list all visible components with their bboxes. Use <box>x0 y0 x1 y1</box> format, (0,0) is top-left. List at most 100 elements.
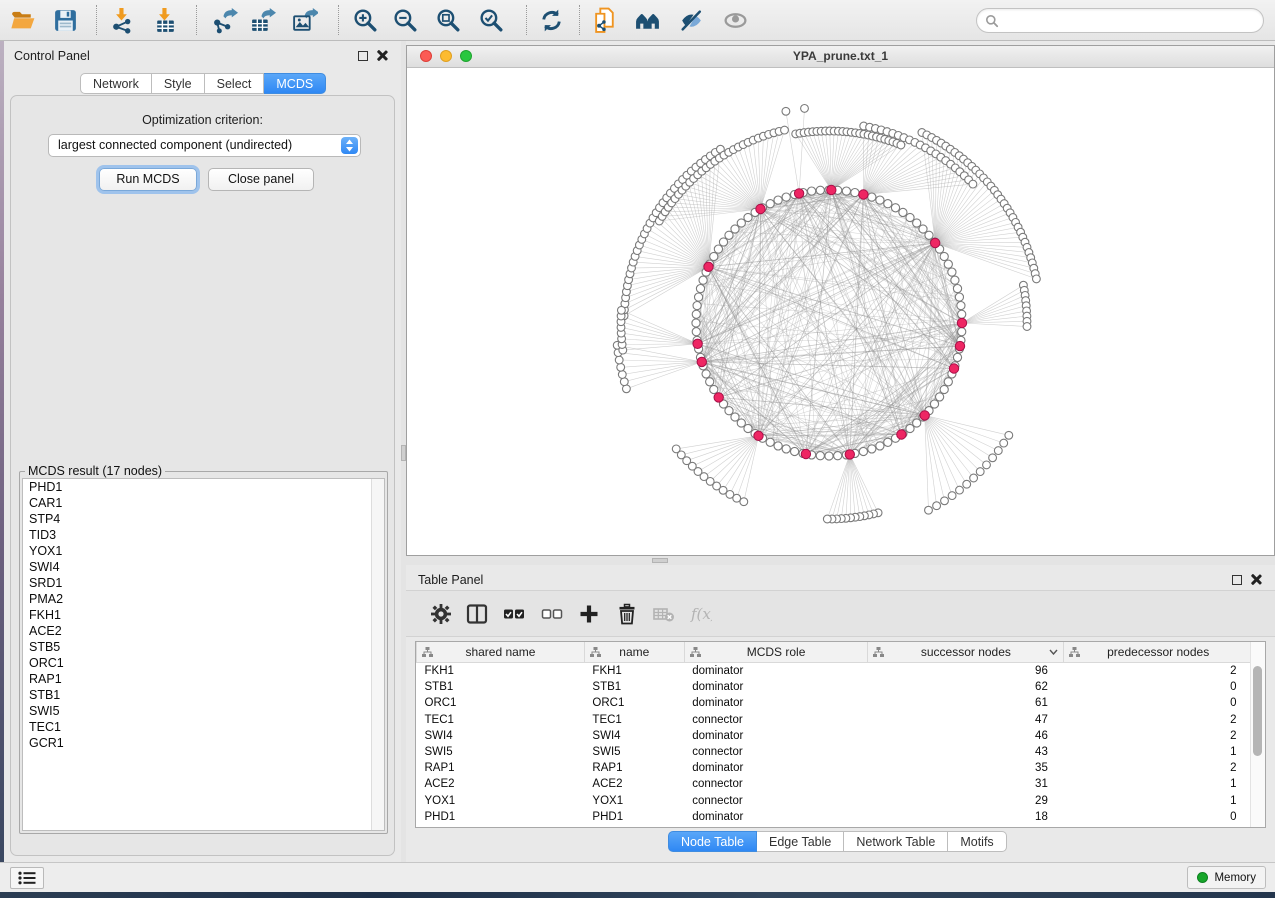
graph-leaf-node[interactable] <box>1023 323 1031 331</box>
graph-ring-node[interactable] <box>936 393 944 401</box>
table-cell[interactable]: 46 <box>868 728 1064 744</box>
float-window-icon[interactable] <box>358 51 368 61</box>
graph-mcds-node[interactable] <box>714 393 723 402</box>
graph-ring-node[interactable] <box>834 452 842 460</box>
table-row[interactable]: SWI4SWI4dominator462 <box>417 728 1253 744</box>
table-cell[interactable]: 96 <box>868 663 1064 680</box>
column-header-name[interactable]: name <box>584 642 684 663</box>
table-cell[interactable]: YOX1 <box>417 793 585 809</box>
table-cell[interactable]: connector <box>684 712 868 728</box>
mcds-result-item[interactable]: TEC1 <box>23 719 384 735</box>
show-columns-icon[interactable] <box>466 603 488 625</box>
table-cell[interactable]: SWI4 <box>584 728 684 744</box>
table-options-icon[interactable] <box>430 603 452 625</box>
float-window-icon[interactable] <box>1232 575 1242 585</box>
graph-leaf-node[interactable] <box>1005 431 1013 439</box>
table-cell[interactable]: PHD1 <box>417 809 585 825</box>
tab-mcds[interactable]: MCDS <box>264 73 326 94</box>
graph-leaf-node[interactable] <box>618 371 626 379</box>
graph-ring-node[interactable] <box>891 204 899 212</box>
table-cell[interactable]: FKH1 <box>417 663 585 680</box>
graph-ring-node[interactable] <box>696 285 704 293</box>
tab-node-table[interactable]: Node Table <box>668 831 757 852</box>
horizontal-splitter[interactable] <box>406 556 1275 565</box>
mcds-result-item[interactable]: CAR1 <box>23 495 384 511</box>
mcds-result-item[interactable]: STB5 <box>23 639 384 655</box>
table-cell[interactable]: 47 <box>868 712 1064 728</box>
clone-network-icon[interactable] <box>592 7 619 34</box>
graph-ring-node[interactable] <box>692 328 700 336</box>
table-cell[interactable]: dominator <box>684 679 868 695</box>
table-cell[interactable]: 18 <box>868 809 1064 825</box>
delete-entry-icon[interactable] <box>616 603 638 625</box>
table-cell[interactable]: SWI5 <box>417 744 585 760</box>
import-network-icon[interactable] <box>109 7 136 34</box>
mcds-result-item[interactable]: GCR1 <box>23 735 384 751</box>
graph-leaf-node[interactable] <box>823 515 831 523</box>
deselect-all-icon[interactable] <box>541 603 563 625</box>
graph-ring-node[interactable] <box>940 252 948 260</box>
graph-ring-node[interactable] <box>782 193 790 201</box>
graph-ring-node[interactable] <box>699 276 707 284</box>
table-cell[interactable]: 1 <box>1064 776 1253 792</box>
graph-ring-node[interactable] <box>851 189 859 197</box>
mcds-result-item[interactable]: SWI4 <box>23 559 384 575</box>
graph-ring-node[interactable] <box>714 245 722 253</box>
graph-leaf-node[interactable] <box>617 363 625 371</box>
graph-mcds-node[interactable] <box>955 341 964 350</box>
show-all-icon[interactable] <box>722 7 749 34</box>
graph-ring-node[interactable] <box>710 252 718 260</box>
close-panel-button[interactable]: Close panel <box>208 168 314 191</box>
open-session-icon[interactable] <box>10 7 37 34</box>
table-cell[interactable]: ORC1 <box>584 695 684 711</box>
graph-leaf-node[interactable] <box>983 461 991 469</box>
column-header-predecessor-nodes[interactable]: predecessor nodes <box>1064 642 1253 663</box>
export-table-icon[interactable] <box>249 7 276 34</box>
graph-ring-node[interactable] <box>710 385 718 393</box>
table-cell[interactable]: connector <box>684 793 868 809</box>
graph-leaf-node[interactable] <box>615 356 623 364</box>
tab-network-table[interactable]: Network Table <box>844 831 948 852</box>
graph-ring-node[interactable] <box>868 445 876 453</box>
graph-ring-node[interactable] <box>884 438 892 446</box>
column-header-successor-nodes[interactable]: successor nodes <box>868 642 1064 663</box>
table-row[interactable]: PHD1PHD1dominator180 <box>417 809 1253 825</box>
tab-select[interactable]: Select <box>205 73 265 94</box>
graph-ring-node[interactable] <box>808 187 816 195</box>
mcds-result-item[interactable]: PHD1 <box>23 479 384 495</box>
mcds-result-item[interactable]: STP4 <box>23 511 384 527</box>
select-all-icon[interactable] <box>503 603 525 625</box>
tab-edge-table[interactable]: Edge Table <box>757 831 844 852</box>
mcds-result-item[interactable]: SRD1 <box>23 575 384 591</box>
graph-ring-node[interactable] <box>774 196 782 204</box>
network-graph-canvas[interactable] <box>407 67 1274 555</box>
graph-ring-node[interactable] <box>953 353 961 361</box>
graph-ring-node[interactable] <box>791 447 799 455</box>
table-cell[interactable]: 2 <box>1064 663 1253 680</box>
add-entry-icon[interactable] <box>578 603 600 625</box>
graph-leaf-node[interactable] <box>989 454 997 462</box>
table-cell[interactable]: 35 <box>868 760 1064 776</box>
table-cell[interactable]: TEC1 <box>584 712 684 728</box>
zoom-out-icon[interactable] <box>392 7 419 34</box>
graph-ring-node[interactable] <box>940 385 948 393</box>
graph-ring-node[interactable] <box>955 293 963 301</box>
graph-ring-node[interactable] <box>744 213 752 221</box>
graph-ring-node[interactable] <box>842 187 850 195</box>
table-cell[interactable]: RAP1 <box>584 760 684 776</box>
graph-ring-node[interactable] <box>816 186 824 194</box>
import-table-icon[interactable] <box>152 7 179 34</box>
graph-ring-node[interactable] <box>706 378 714 386</box>
mcds-result-item[interactable]: PMA2 <box>23 591 384 607</box>
graph-ring-node[interactable] <box>951 276 959 284</box>
graph-ring-node[interactable] <box>766 200 774 208</box>
export-image-icon[interactable] <box>291 7 318 34</box>
graph-mcds-node[interactable] <box>920 411 929 420</box>
splitter-grip[interactable] <box>652 558 668 563</box>
mcds-list-scrollbar[interactable] <box>371 479 384 830</box>
search-input[interactable] <box>1004 13 1263 29</box>
graph-leaf-node[interactable] <box>620 378 628 386</box>
table-cell[interactable]: PHD1 <box>584 809 684 825</box>
panel-list-button[interactable] <box>10 867 44 889</box>
graph-ring-node[interactable] <box>944 378 952 386</box>
